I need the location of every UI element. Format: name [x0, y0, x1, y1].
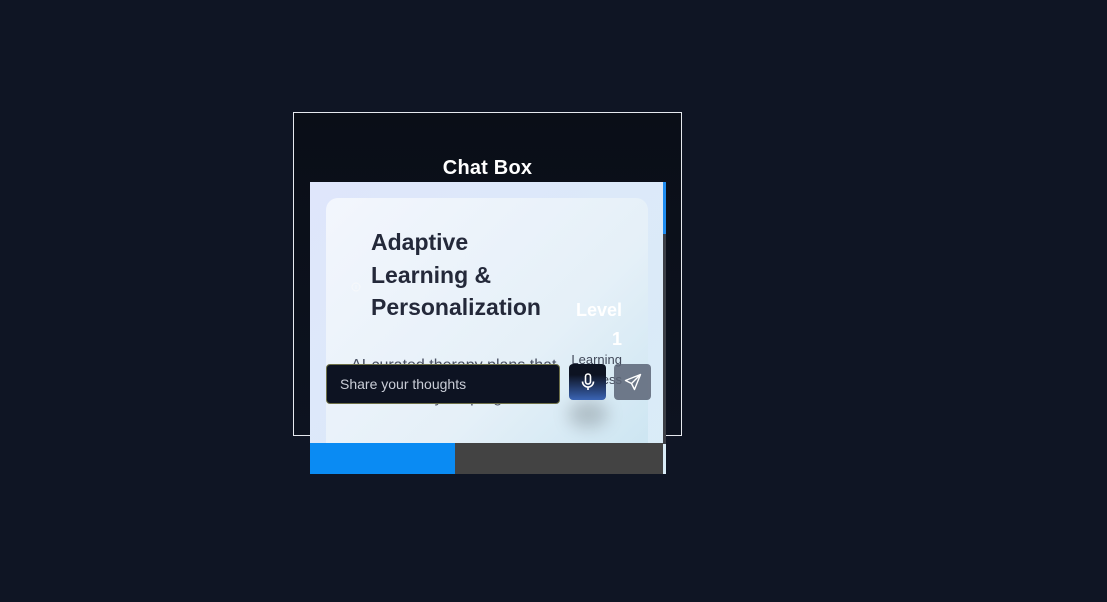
- progress-bar-fill: [310, 443, 455, 474]
- chat-box-title: Chat Box: [442, 157, 533, 179]
- level-label: Level 1: [575, 300, 622, 349]
- card-title: Adaptive Learning & Personalization: [371, 229, 541, 320]
- send-icon: [624, 373, 642, 391]
- microphone-icon: [580, 373, 596, 391]
- message-input[interactable]: [326, 364, 560, 404]
- send-button[interactable]: [614, 364, 651, 400]
- microphone-button[interactable]: [569, 364, 606, 400]
- scrollbar-thumb[interactable]: [663, 182, 666, 234]
- chat-scroll-area[interactable]: Adaptive Learning & Personalization Leve…: [310, 182, 666, 474]
- button-shadow: [568, 400, 608, 428]
- feature-card: Adaptive Learning & Personalization Leve…: [326, 198, 648, 474]
- progress-bar-track: [310, 443, 663, 474]
- scrollbar[interactable]: [663, 182, 666, 444]
- info-icon: [351, 282, 361, 292]
